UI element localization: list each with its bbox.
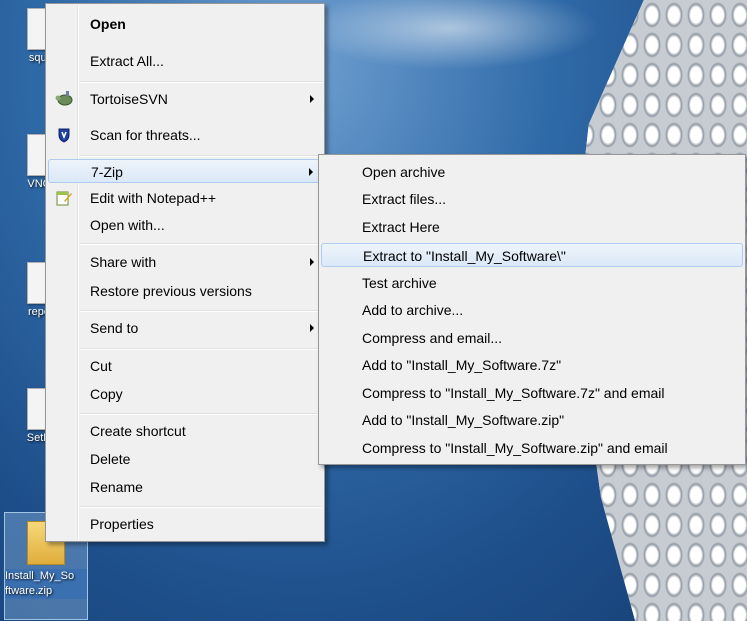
submenu-arrow-icon	[309, 168, 313, 176]
sky-clouds	[300, 0, 600, 70]
menu-item-label: TortoiseSVN	[90, 91, 168, 107]
submenu-item-extract-here[interactable]: Extract Here	[321, 215, 743, 239]
menu-item-create-shortcut[interactable]: Create shortcut	[48, 419, 322, 443]
label-line: ftware.zip	[5, 585, 53, 597]
menu-separator	[80, 348, 322, 350]
menu-item-scan[interactable]: Scan for threats...	[48, 123, 322, 147]
menu-item-extract-all[interactable]: Extract All...	[48, 49, 322, 73]
submenu-7zip: Open archive Extract files... Extract He…	[318, 154, 746, 465]
menu-item-label: Send to	[90, 320, 139, 336]
menu-item-rename[interactable]: Rename	[48, 475, 322, 499]
submenu-item-extract-files[interactable]: Extract files...	[321, 187, 743, 211]
menu-separator	[80, 310, 322, 312]
desktop-icon-label: Install_My_So ftware.zip	[5, 569, 87, 599]
menu-item-label: 7-Zip	[91, 164, 123, 180]
menu-item-open-with[interactable]: Open with...	[48, 213, 322, 237]
menu-separator	[80, 81, 322, 83]
submenu-item-compress-7z-email[interactable]: Compress to "Install_My_Software.7z" and…	[321, 381, 743, 405]
shield-icon	[58, 128, 70, 143]
submenu-item-add-to-zip[interactable]: Add to "Install_My_Software.zip"	[321, 408, 743, 432]
menu-item-open[interactable]: Open	[48, 12, 322, 36]
submenu-item-add-to-archive[interactable]: Add to archive...	[321, 298, 743, 322]
menu-item-label: Share with	[90, 254, 157, 270]
menu-separator	[80, 155, 322, 157]
menu-item-copy[interactable]: Copy	[48, 382, 322, 406]
menu-item-label: Edit with Notepad++	[90, 190, 217, 206]
submenu-arrow-icon	[310, 324, 314, 332]
menu-item-delete[interactable]: Delete	[48, 447, 322, 471]
menu-item-restore[interactable]: Restore previous versions	[48, 279, 322, 303]
submenu-item-compress-and-email[interactable]: Compress and email...	[321, 326, 743, 350]
menu-item-7zip[interactable]: 7-Zip	[48, 159, 322, 183]
menu-item-tortoisesvn[interactable]: TortoiseSVN	[48, 87, 322, 111]
menu-item-share-with[interactable]: Share with	[48, 250, 322, 274]
submenu-item-compress-zip-email[interactable]: Compress to "Install_My_Software.zip" an…	[321, 436, 743, 460]
menu-item-notepad[interactable]: Edit with Notepad++	[48, 186, 322, 210]
tortoise-icon	[55, 91, 73, 106]
menu-separator	[80, 413, 322, 415]
submenu-item-extract-to-folder[interactable]: Extract to "Install_My_Software\"	[321, 243, 743, 267]
label-line: Install_My_So	[5, 570, 75, 582]
menu-item-send-to[interactable]: Send to	[48, 316, 322, 340]
menu-item-properties[interactable]: Properties	[48, 512, 322, 536]
menu-separator	[80, 243, 322, 245]
menu-item-cut[interactable]: Cut	[48, 354, 322, 378]
submenu-item-add-to-7z[interactable]: Add to "Install_My_Software.7z"	[321, 353, 743, 377]
submenu-item-test-archive[interactable]: Test archive	[321, 271, 743, 295]
menu-separator	[80, 506, 322, 508]
context-menu: Open Extract All... TortoiseSVN Scan for…	[45, 3, 325, 542]
notepad-icon	[56, 191, 72, 206]
submenu-arrow-icon	[310, 95, 314, 103]
submenu-item-open-archive[interactable]: Open archive	[321, 160, 743, 184]
submenu-arrow-icon	[310, 258, 314, 266]
menu-item-label: Scan for threats...	[90, 127, 201, 143]
